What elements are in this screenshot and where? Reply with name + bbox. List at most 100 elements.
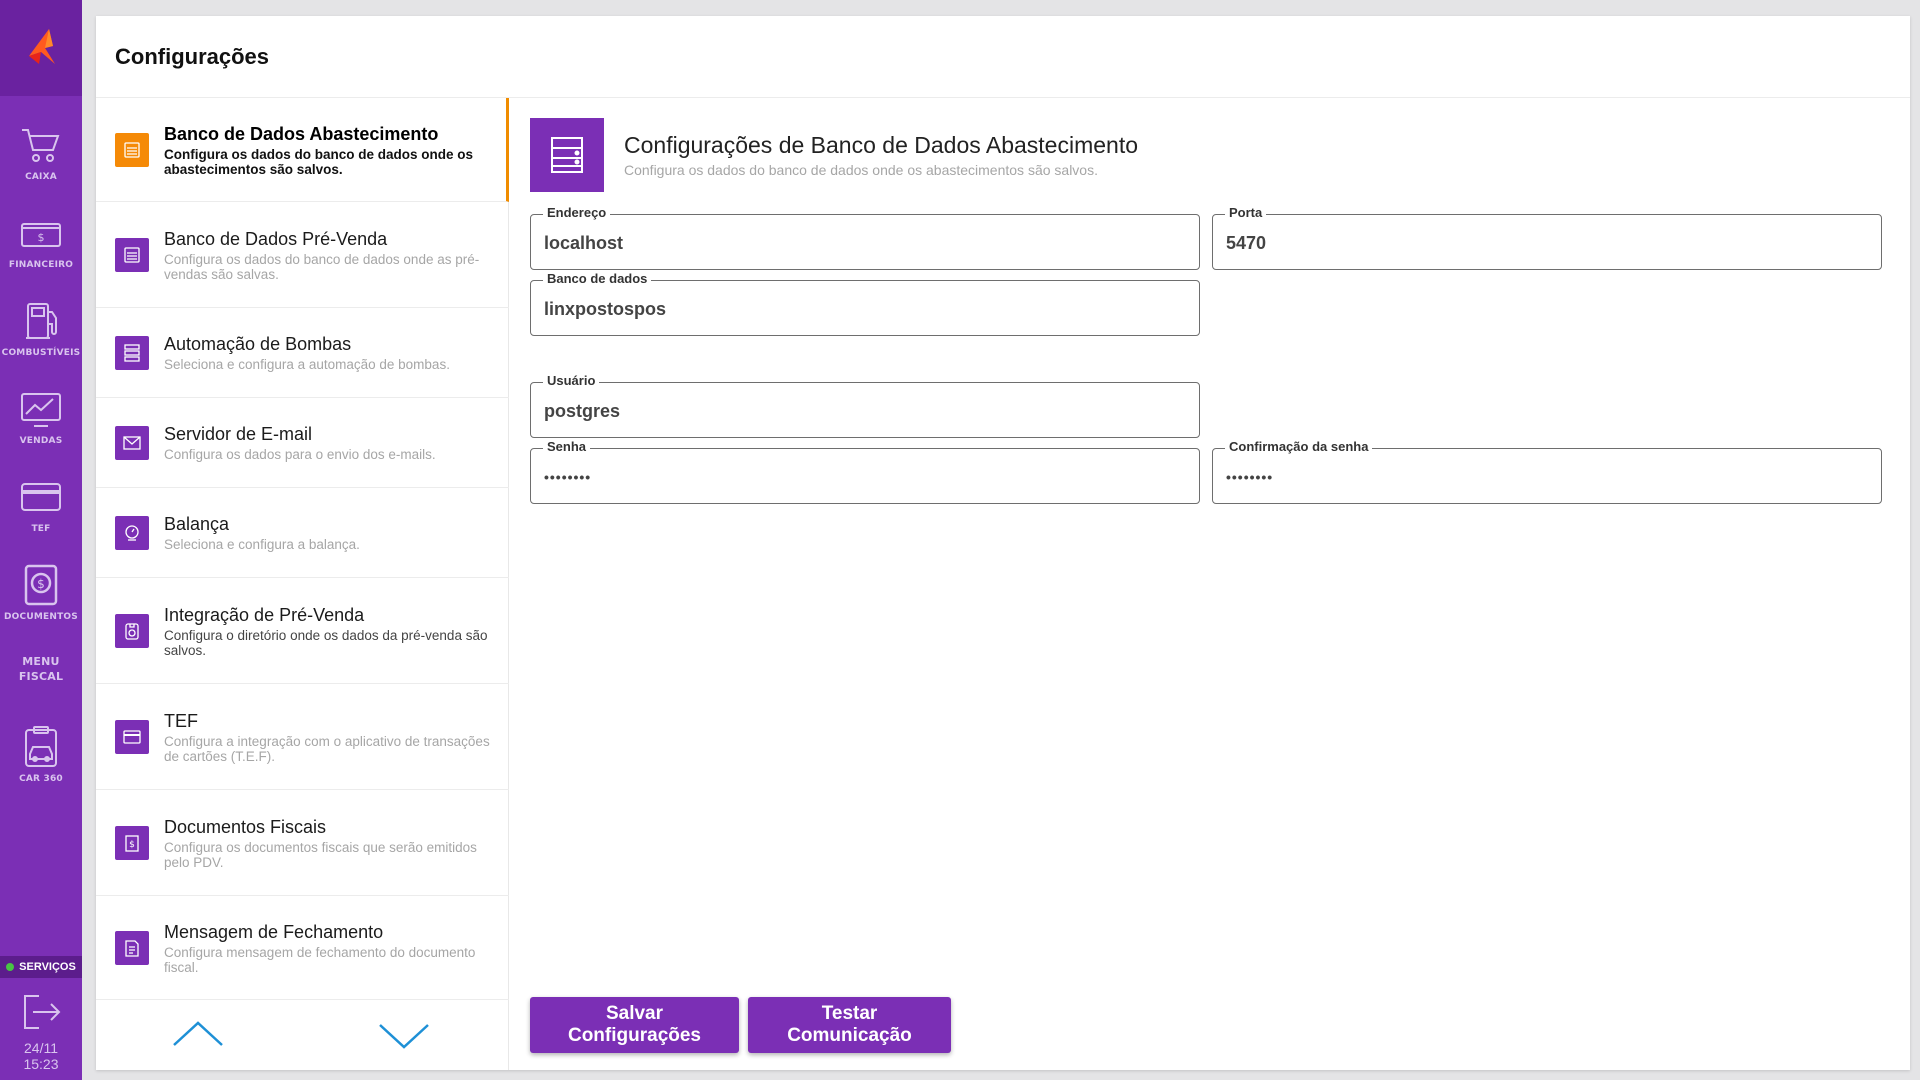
settings-item-desc: Configura mensagem de fechamento do docu… [164, 944, 476, 975]
cart-icon [22, 128, 60, 162]
mail-icon [115, 425, 149, 460]
settings-item-title: Banco de Dados Abastecimento [164, 123, 439, 144]
services-status[interactable]: SERVIÇOS [0, 956, 82, 978]
settings-item-banco-abastecimento[interactable]: Banco de Dados Abastecimento Configura o… [96, 98, 509, 202]
senha-value[interactable]: •••••••• [544, 469, 591, 485]
fiscal-doc-icon: $ [115, 825, 149, 860]
settings-item-desc: Configura os documentos fiscais que serã… [164, 839, 477, 870]
page-header: Configurações [96, 16, 1910, 98]
settings-item-integracao-pre-venda[interactable]: Integração de Pré-Venda Configura o dire… [96, 578, 509, 684]
settings-item-desc: Configura os dados do banco de dados ond… [164, 251, 480, 282]
documents-icon: $ [24, 564, 58, 605]
nav-vendas-label: VENDAS [19, 435, 63, 446]
nav-documentos-label: DOCUMENTOS [4, 611, 78, 622]
sales-chart-icon [21, 392, 61, 427]
clock-date: 24/11 [24, 1040, 58, 1056]
nav-tef[interactable]: TEF [0, 464, 82, 544]
nav-caixa-label: CAIXA [25, 171, 57, 182]
nav-car360[interactable]: CAR 360 [0, 714, 82, 794]
nav-combustiveis[interactable]: COMBUSTÍVEIS [0, 288, 82, 368]
nav-tef-label: TEF [31, 523, 51, 534]
card-icon [115, 719, 149, 754]
save-settings-button[interactable]: Salvar Configurações [530, 997, 739, 1053]
usuario-field[interactable]: Usuário postgres [530, 374, 1200, 438]
endereco-label: Endereço [543, 206, 611, 220]
svg-text:$: $ [129, 840, 135, 850]
exit-icon [24, 995, 61, 1029]
porta-value[interactable]: 5470 [1226, 233, 1266, 254]
settings-item-tef[interactable]: TEF Configura a integração com o aplicat… [96, 684, 509, 790]
senha-field[interactable]: Senha •••••••• [530, 440, 1200, 504]
nav-caixa[interactable]: CAIXA [0, 112, 82, 192]
usuario-value[interactable]: postgres [544, 401, 620, 422]
senha-label: Senha [543, 440, 591, 454]
settings-item-desc: Configura a integração com o aplicativo … [164, 733, 490, 764]
settings-item-banco-pre-venda[interactable]: Banco de Dados Pré-Venda Configura os da… [96, 202, 509, 308]
settings-item-documentos-fiscais[interactable]: $ Documentos Fiscais Configura os docume… [96, 790, 509, 896]
settings-item-title: Mensagem de Fechamento [164, 921, 384, 942]
settings-item-automacao-bombas[interactable]: Automação de Bombas Seleciona e configur… [96, 308, 509, 398]
settings-item-mensagem-fechamento[interactable]: Mensagem de Fechamento Configura mensage… [96, 896, 509, 1000]
main-nav-rail: CAIXA $ FINANCEIRO COMBUSTÍVEIS VENDAS T… [0, 0, 82, 1080]
confirmacao-senha-label: Confirmação da senha [1225, 440, 1373, 454]
settings-item-desc: Configura o diretório onde os dados da p… [164, 627, 488, 658]
brand-logo[interactable] [0, 0, 82, 96]
settings-item-title: Balança [164, 514, 230, 534]
settings-card: Configurações Banco de Dados Abastecimen… [96, 16, 1910, 1070]
svg-text:$: $ [37, 577, 45, 591]
endereco-value[interactable]: localhost [544, 233, 623, 254]
clock-time: 15:23 [23, 1056, 59, 1072]
settings-item-title: TEF [164, 710, 198, 731]
nav-financeiro[interactable]: $ FINANCEIRO [0, 200, 82, 280]
porta-field[interactable]: Porta 5470 [1212, 206, 1882, 270]
services-label: SERVIÇOS [19, 961, 76, 973]
settings-item-title: Automação de Bombas [164, 334, 352, 354]
server-icon [115, 335, 149, 370]
database-icon [115, 132, 149, 167]
detail-subtitle: Configura os dados do banco de dados ond… [624, 162, 1098, 178]
brand-logo-icon [29, 29, 55, 64]
settings-item-title: Servidor de E-mail [164, 424, 313, 444]
folder-sync-icon [115, 613, 149, 648]
settings-item-balanca[interactable]: Balança Seleciona e configura a balança. [96, 488, 509, 578]
car-360-icon [25, 725, 57, 767]
detail-title: Configurações de Banco de Dados Abasteci… [624, 132, 1138, 158]
card-icon [21, 482, 61, 511]
settings-list: Banco de Dados Abastecimento Configura o… [96, 98, 509, 1070]
exit-button[interactable] [0, 990, 82, 1034]
nav-menu-fiscal[interactable]: MENU FISCAL [0, 634, 82, 700]
fuel-pump-icon [26, 302, 57, 339]
money-icon: $ [21, 222, 61, 247]
endereco-field[interactable]: Endereço localhost [530, 206, 1200, 270]
settings-detail: Configurações de Banco de Dados Abasteci… [510, 98, 1910, 1070]
banco-de-dados-label: Banco de dados [543, 272, 652, 286]
chevron-down-icon[interactable] [376, 1015, 432, 1055]
database-icon [530, 118, 604, 192]
banco-de-dados-field[interactable]: Banco de dados linxpostospos [530, 272, 1200, 336]
porta-label: Porta [1225, 206, 1267, 220]
banco-de-dados-value[interactable]: linxpostospos [544, 299, 666, 320]
confirmacao-senha-value[interactable]: •••••••• [1226, 469, 1273, 485]
chevron-up-icon[interactable] [170, 1015, 226, 1055]
nav-vendas[interactable]: VENDAS [0, 376, 82, 456]
test-communication-button[interactable]: Testar Comunicação [748, 997, 951, 1053]
scale-icon [115, 515, 149, 550]
usuario-label: Usuário [543, 374, 600, 388]
settings-item-title: Documentos Fiscais [164, 816, 327, 837]
services-status-dot [6, 963, 15, 971]
nav-car360-label: CAR 360 [19, 773, 63, 784]
nav-combustiveis-label: COMBUSTÍVEIS [1, 347, 81, 358]
settings-item-servidor-email[interactable]: Servidor de E-mail Configura os dados pa… [96, 398, 509, 488]
settings-item-desc: Seleciona e configura a balança. [164, 537, 360, 552]
settings-item-desc: Seleciona e configura a automação de bom… [164, 357, 450, 372]
database-icon [115, 237, 149, 272]
nav-documentos[interactable]: $ DOCUMENTOS [0, 552, 82, 632]
settings-item-desc: Configura os dados do banco de dados ond… [164, 146, 474, 177]
settings-item-title: Banco de Dados Pré-Venda [164, 228, 388, 249]
settings-item-desc: Configura os dados para o envio dos e-ma… [164, 447, 436, 462]
nav-menu-fiscal-label: MENU FISCAL [18, 655, 64, 683]
list-pagination [96, 1015, 509, 1070]
page-title: Configurações [115, 43, 270, 69]
confirmacao-senha-field[interactable]: Confirmação da senha •••••••• [1212, 440, 1882, 504]
settings-item-title: Integração de Pré-Venda [164, 604, 365, 625]
